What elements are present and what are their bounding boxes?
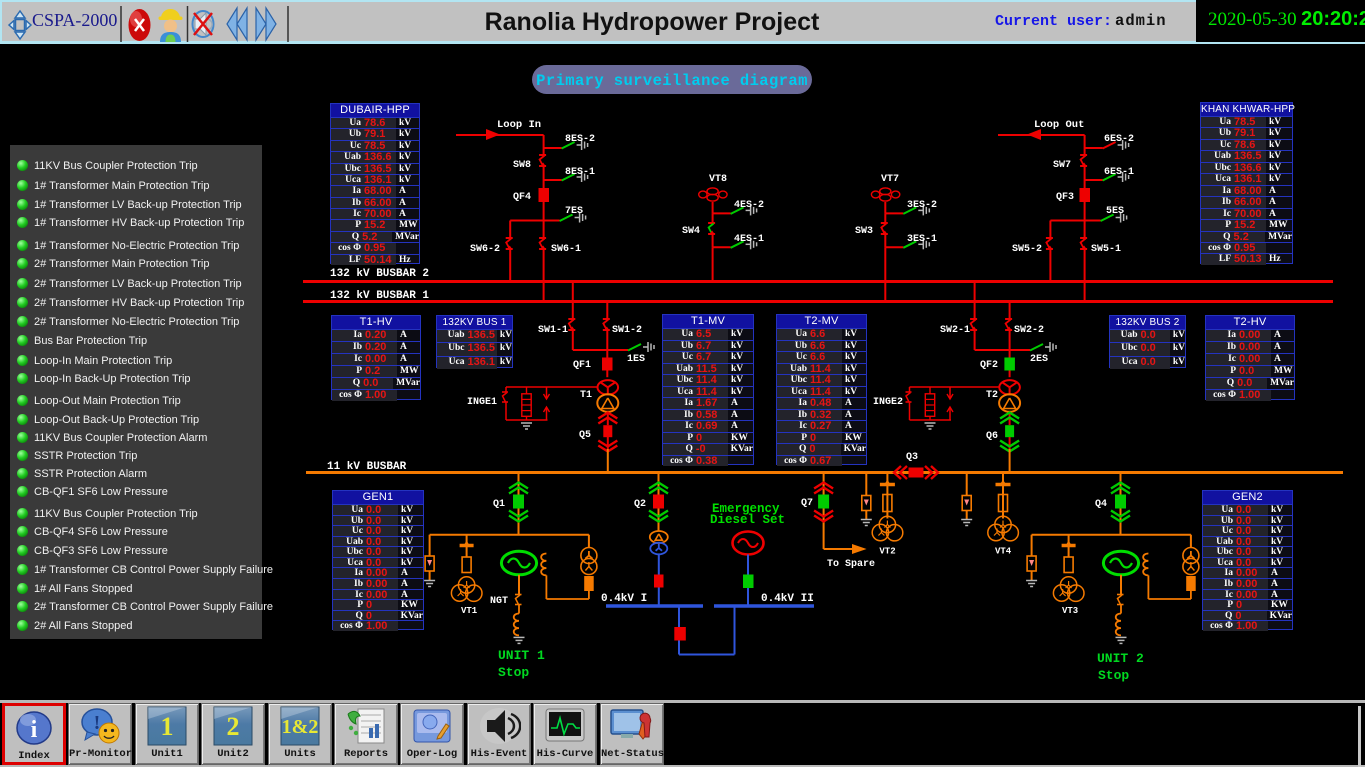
svg-text:INGE2: INGE2 <box>873 397 903 408</box>
svg-text:Loop In: Loop In <box>497 119 541 131</box>
svg-text:3ES-2: 3ES-2 <box>907 200 937 211</box>
svg-text:VT3: VT3 <box>1062 606 1078 616</box>
svg-text:132 kV BUSBAR 2: 132 kV BUSBAR 2 <box>330 268 429 280</box>
svg-text:SW4: SW4 <box>682 226 700 237</box>
svg-text:Q3: Q3 <box>906 452 918 463</box>
svg-text:6ES-1: 6ES-1 <box>1104 167 1134 178</box>
svg-text:SW1-2: SW1-2 <box>612 325 642 336</box>
svg-text:SW8: SW8 <box>513 160 531 171</box>
svg-text:Primary surveillance diagram: Primary surveillance diagram <box>536 72 808 90</box>
svg-text:QF1: QF1 <box>573 360 591 371</box>
svg-text:Stop: Stop <box>498 665 529 680</box>
svg-text:0.4kV II: 0.4kV II <box>761 593 814 605</box>
svg-text:VT8: VT8 <box>709 174 727 185</box>
svg-text:2: 2 <box>227 712 240 741</box>
svg-text:SW7: SW7 <box>1053 160 1071 171</box>
svg-text:QF2: QF2 <box>980 360 998 371</box>
svg-text:Q7: Q7 <box>801 498 813 509</box>
svg-text:1&2: 1&2 <box>282 716 319 738</box>
svg-text:SW1-1: SW1-1 <box>538 325 568 336</box>
svg-text:T1: T1 <box>580 390 592 401</box>
svg-text:1ES: 1ES <box>627 354 645 365</box>
svg-text:SW2-2: SW2-2 <box>1014 325 1044 336</box>
svg-text:VT1: VT1 <box>461 606 478 616</box>
svg-text:QF4: QF4 <box>513 192 531 203</box>
svg-text:SW6-1: SW6-1 <box>551 244 581 255</box>
svg-text:VT2: VT2 <box>879 547 895 557</box>
svg-text:SW5-2: SW5-2 <box>1012 244 1042 255</box>
svg-text:Loop Out: Loop Out <box>1034 119 1084 131</box>
svg-text:VT4: VT4 <box>995 547 1012 557</box>
svg-text:1: 1 <box>161 712 174 741</box>
svg-text:SW5-1: SW5-1 <box>1091 244 1121 255</box>
svg-text:Q4: Q4 <box>1095 499 1107 510</box>
svg-text:INGE1: INGE1 <box>467 397 497 408</box>
svg-text:3ES-1: 3ES-1 <box>907 234 937 245</box>
svg-text:NGT: NGT <box>490 596 508 607</box>
svg-text:2ES: 2ES <box>1030 354 1048 365</box>
svg-text:UNIT 1: UNIT 1 <box>498 648 545 663</box>
svg-text:Diesel Set: Diesel Set <box>710 513 785 527</box>
svg-text:To Spare: To Spare <box>827 559 875 570</box>
svg-text:4ES-2: 4ES-2 <box>734 200 764 211</box>
svg-text:i: i <box>31 717 38 743</box>
svg-text:8ES-1: 8ES-1 <box>565 167 595 178</box>
svg-text:SW2-1: SW2-1 <box>940 325 970 336</box>
svg-text:8ES-2: 8ES-2 <box>565 134 595 145</box>
svg-text:Q5: Q5 <box>579 430 591 441</box>
svg-text:SW3: SW3 <box>855 226 873 237</box>
svg-text:Q2: Q2 <box>634 499 646 510</box>
svg-text:0.4kV I: 0.4kV I <box>601 593 647 605</box>
svg-text:6ES-2: 6ES-2 <box>1104 134 1134 145</box>
svg-text:SW6-2: SW6-2 <box>470 244 500 255</box>
svg-text:Q6: Q6 <box>986 431 998 442</box>
svg-text:VT7: VT7 <box>881 174 899 185</box>
svg-text:11 kV BUSBAR: 11 kV BUSBAR <box>327 461 407 473</box>
svg-text:Q1: Q1 <box>493 499 505 510</box>
svg-text:7ES: 7ES <box>565 206 583 217</box>
svg-text:132 kV BUSBAR 1: 132 kV BUSBAR 1 <box>330 290 429 302</box>
svg-text:UNIT 2: UNIT 2 <box>1097 651 1144 666</box>
svg-text:5ES: 5ES <box>1106 206 1124 217</box>
svg-text:Stop: Stop <box>1098 668 1129 683</box>
svg-text:4ES-1: 4ES-1 <box>734 234 764 245</box>
svg-text:T2: T2 <box>986 390 998 401</box>
svg-text:QF3: QF3 <box>1056 192 1074 203</box>
